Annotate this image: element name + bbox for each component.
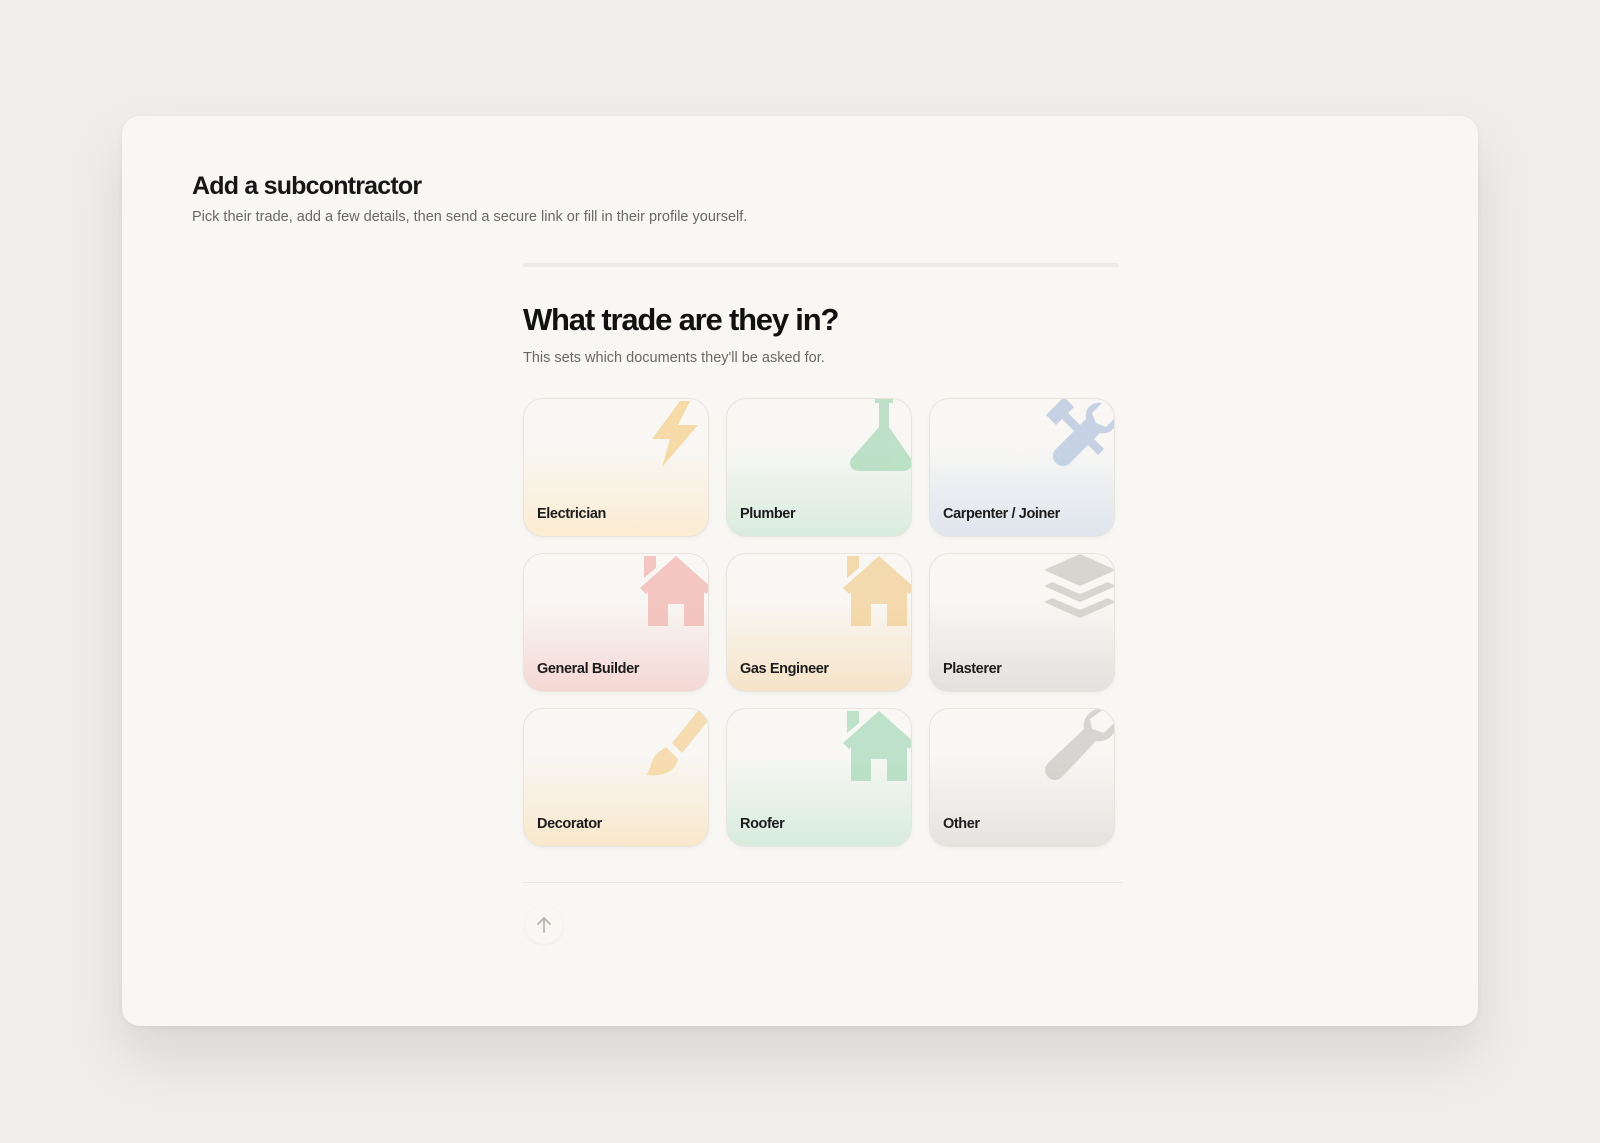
add-subcontractor-dialog: Add a subcontractor Pick their trade, ad… xyxy=(122,116,1478,1026)
trade-card-other[interactable]: Other xyxy=(929,708,1115,847)
back-button[interactable] xyxy=(525,906,563,944)
trade-step: What trade are they in? This sets which … xyxy=(523,302,1123,366)
trade-card-gas-engineer[interactable]: Gas Engineer xyxy=(726,553,912,692)
trade-label: Other xyxy=(943,816,980,832)
wrench-icon xyxy=(1042,709,1114,781)
arrow-up-icon xyxy=(534,915,554,935)
trade-card-carpenter-joiner[interactable]: Carpenter / Joiner xyxy=(929,398,1115,537)
trade-card-roofer[interactable]: Roofer xyxy=(726,708,912,847)
trade-label: Decorator xyxy=(537,816,602,832)
trade-card-electrician[interactable]: Electrician xyxy=(523,398,709,537)
house-icon xyxy=(636,554,708,626)
trade-card-general-builder[interactable]: General Builder xyxy=(523,553,709,692)
trade-label: General Builder xyxy=(537,661,639,677)
page-subtitle: Pick their trade, add a few details, the… xyxy=(192,209,748,225)
trade-label: Roofer xyxy=(740,816,785,832)
lightning-icon xyxy=(636,399,708,471)
progress-bar xyxy=(523,263,1119,267)
tools-icon xyxy=(1042,399,1114,471)
trade-label: Gas Engineer xyxy=(740,661,829,677)
page-title: Add a subcontractor xyxy=(192,172,422,200)
flask-icon xyxy=(839,399,911,471)
trade-label: Carpenter / Joiner xyxy=(943,506,1060,522)
trade-label: Electrician xyxy=(537,506,606,522)
trade-card-decorator[interactable]: Decorator xyxy=(523,708,709,847)
trade-card-plumber[interactable]: Plumber xyxy=(726,398,912,537)
paintbrush-icon xyxy=(636,709,708,781)
trade-label: Plasterer xyxy=(943,661,1002,677)
step-subtitle: This sets which documents they'll be ask… xyxy=(523,350,825,366)
house-icon xyxy=(839,554,911,626)
footer-divider xyxy=(523,882,1123,883)
step-title: What trade are they in? xyxy=(523,302,839,337)
layers-icon xyxy=(1042,554,1114,626)
trade-label: Plumber xyxy=(740,506,796,522)
house-icon xyxy=(839,709,911,781)
trade-card-plasterer[interactable]: Plasterer xyxy=(929,553,1115,692)
